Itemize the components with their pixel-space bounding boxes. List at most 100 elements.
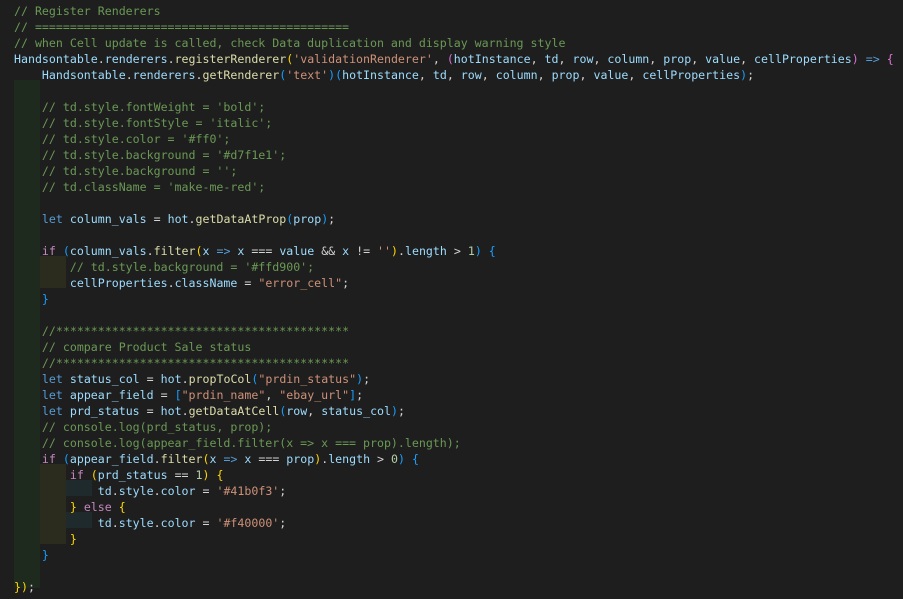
- code-line[interactable]: let appear_field = ["prdin_name", "ebay_…: [14, 387, 363, 403]
- code-line[interactable]: let column_vals = hot.getDataAtProp(prop…: [14, 211, 335, 227]
- code-line[interactable]: Handsontable.renderers.registerRenderer(…: [14, 51, 894, 67]
- code-line[interactable]: }: [14, 531, 77, 547]
- code-token-punc: [14, 548, 42, 562]
- code-token-var: column: [495, 68, 538, 82]
- code-token-var: appear_field: [69, 452, 154, 466]
- code-token-punc: [14, 276, 70, 290]
- code-token-keyword: =>: [865, 52, 880, 66]
- code-line[interactable]: cellProperties.className = "error_cell";: [14, 275, 349, 291]
- code-token-punc: [859, 52, 866, 66]
- code-token-b1: {: [216, 468, 224, 482]
- code-line[interactable]: });: [14, 579, 35, 595]
- code-token-var: status_col: [69, 372, 140, 386]
- code-token-var: prop: [286, 452, 315, 466]
- code-token-string: '#41b0f3': [216, 484, 280, 498]
- code-token-keyword: let: [41, 388, 63, 402]
- code-token-comment: // console.log(prd_status, prop);: [41, 420, 273, 434]
- code-token-punc: [405, 452, 412, 466]
- code-line[interactable]: // Register Renderers: [14, 3, 161, 19]
- code-token-var: cellProperties: [642, 68, 741, 82]
- code-token-punc: [63, 388, 70, 402]
- code-token-ctrl: if: [69, 468, 84, 482]
- code-line[interactable]: // td.style.background = '#ffd900';: [14, 259, 314, 275]
- code-token-punc: [880, 52, 887, 66]
- code-token-string: '': [377, 244, 392, 258]
- code-line[interactable]: }: [14, 547, 49, 563]
- code-token-var: Handsontable: [41, 68, 126, 82]
- code-token-punc: =: [139, 372, 161, 386]
- code-token-comment: // td.style.color = '#ff0';: [41, 132, 231, 146]
- code-line[interactable]: // td.className = 'make-me-red';: [14, 179, 265, 195]
- code-editor[interactable]: // Register Renderers // ================…: [0, 0, 903, 599]
- code-token-punc: ,: [418, 68, 433, 82]
- code-token-keyword: =>: [223, 452, 238, 466]
- code-line[interactable]: // td.style.fontStyle = 'italic';: [14, 115, 272, 131]
- code-line[interactable]: // td.style.color = '#ff0';: [14, 131, 230, 147]
- code-line[interactable]: if (prd_status == 1) {: [14, 467, 224, 483]
- code-line[interactable]: if (column_vals.filter(x => x === value …: [14, 243, 496, 259]
- code-token-b1: (: [195, 244, 203, 258]
- code-line[interactable]: // td.style.background = '';: [14, 163, 237, 179]
- code-token-b2: {: [886, 52, 894, 66]
- code-token-punc: [14, 372, 42, 386]
- code-token-func: registerRenderer: [174, 52, 287, 66]
- code-line[interactable]: let prd_status = hot.getDataAtCell(row, …: [14, 403, 405, 419]
- code-token-punc: =: [237, 276, 259, 290]
- code-token-keyword: =>: [216, 244, 231, 258]
- code-token-comment: // td.style.background = '#d7f1e1';: [41, 148, 287, 162]
- code-line[interactable]: if (appear_field.filter(x => x === prop)…: [14, 451, 419, 467]
- code-token-punc: ;: [356, 388, 364, 402]
- code-line[interactable]: Handsontable.renderers.getRenderer('text…: [14, 67, 754, 83]
- code-token-var: row: [572, 52, 594, 66]
- code-line[interactable]: //**************************************…: [14, 323, 349, 339]
- code-token-var: column: [607, 52, 650, 66]
- code-token-string: 'validationRenderer': [293, 52, 433, 66]
- code-line[interactable]: // td.style.fontWeight = 'bold';: [14, 99, 265, 115]
- code-token-punc: ;: [328, 212, 336, 226]
- code-line[interactable]: }: [14, 291, 49, 307]
- code-token-var: length: [328, 452, 371, 466]
- code-line[interactable]: // console.log(prd_status, prop);: [14, 419, 272, 435]
- code-token-punc: [56, 452, 63, 466]
- code-line[interactable]: // when Cell update is called, check Dat…: [14, 35, 565, 51]
- code-line[interactable]: // compare Product Sale status: [14, 339, 251, 355]
- code-token-comment: // console.log(appear_field.filter(x => …: [41, 436, 461, 450]
- code-token-punc: ,: [691, 52, 706, 66]
- code-token-punc: [14, 484, 98, 498]
- code-token-ctrl: else: [83, 500, 112, 514]
- code-token-punc: ===: [244, 244, 280, 258]
- code-line[interactable]: let status_col = hot.propToCol("prdin_st…: [14, 371, 370, 387]
- code-token-punc: ,: [649, 52, 664, 66]
- code-token-var: value: [705, 52, 741, 66]
- code-line[interactable]: // =====================================…: [14, 19, 349, 35]
- code-token-number: 1: [195, 468, 203, 482]
- code-line[interactable]: } else {: [14, 499, 126, 515]
- code-line[interactable]: td.style.color = '#f40000';: [14, 515, 287, 531]
- code-token-punc: [14, 356, 42, 370]
- code-token-b1: {: [118, 500, 126, 514]
- code-token-punc: [14, 500, 70, 514]
- code-token-b1: }: [69, 532, 77, 546]
- code-line[interactable]: //**************************************…: [14, 355, 349, 371]
- code-token-punc: [14, 420, 42, 434]
- code-line[interactable]: // console.log(appear_field.filter(x => …: [14, 435, 461, 451]
- code-line[interactable]: td.style.color = '#41b0f3';: [14, 483, 287, 499]
- code-token-var: cellProperties: [69, 276, 168, 290]
- code-token-punc: [14, 324, 42, 338]
- code-token-b3: (: [62, 452, 70, 466]
- code-token-var: hot: [160, 404, 182, 418]
- code-token-var: row: [460, 68, 482, 82]
- code-token-b1: }: [69, 500, 77, 514]
- code-token-punc: [14, 436, 42, 450]
- code-token-func: getRenderer: [202, 68, 280, 82]
- code-token-comment: // td.style.background = '';: [41, 164, 238, 178]
- code-token-func: getDataAtCell: [188, 404, 280, 418]
- code-token-keyword: let: [41, 212, 63, 226]
- code-token-var: style: [118, 516, 154, 530]
- code-token-punc: [14, 100, 42, 114]
- code-token-ctrl: if: [41, 452, 56, 466]
- code-token-punc: [14, 180, 42, 194]
- code-line[interactable]: // td.style.background = '#d7f1e1';: [14, 147, 286, 163]
- code-token-var: td: [97, 484, 112, 498]
- code-token-var: prd_status: [69, 404, 140, 418]
